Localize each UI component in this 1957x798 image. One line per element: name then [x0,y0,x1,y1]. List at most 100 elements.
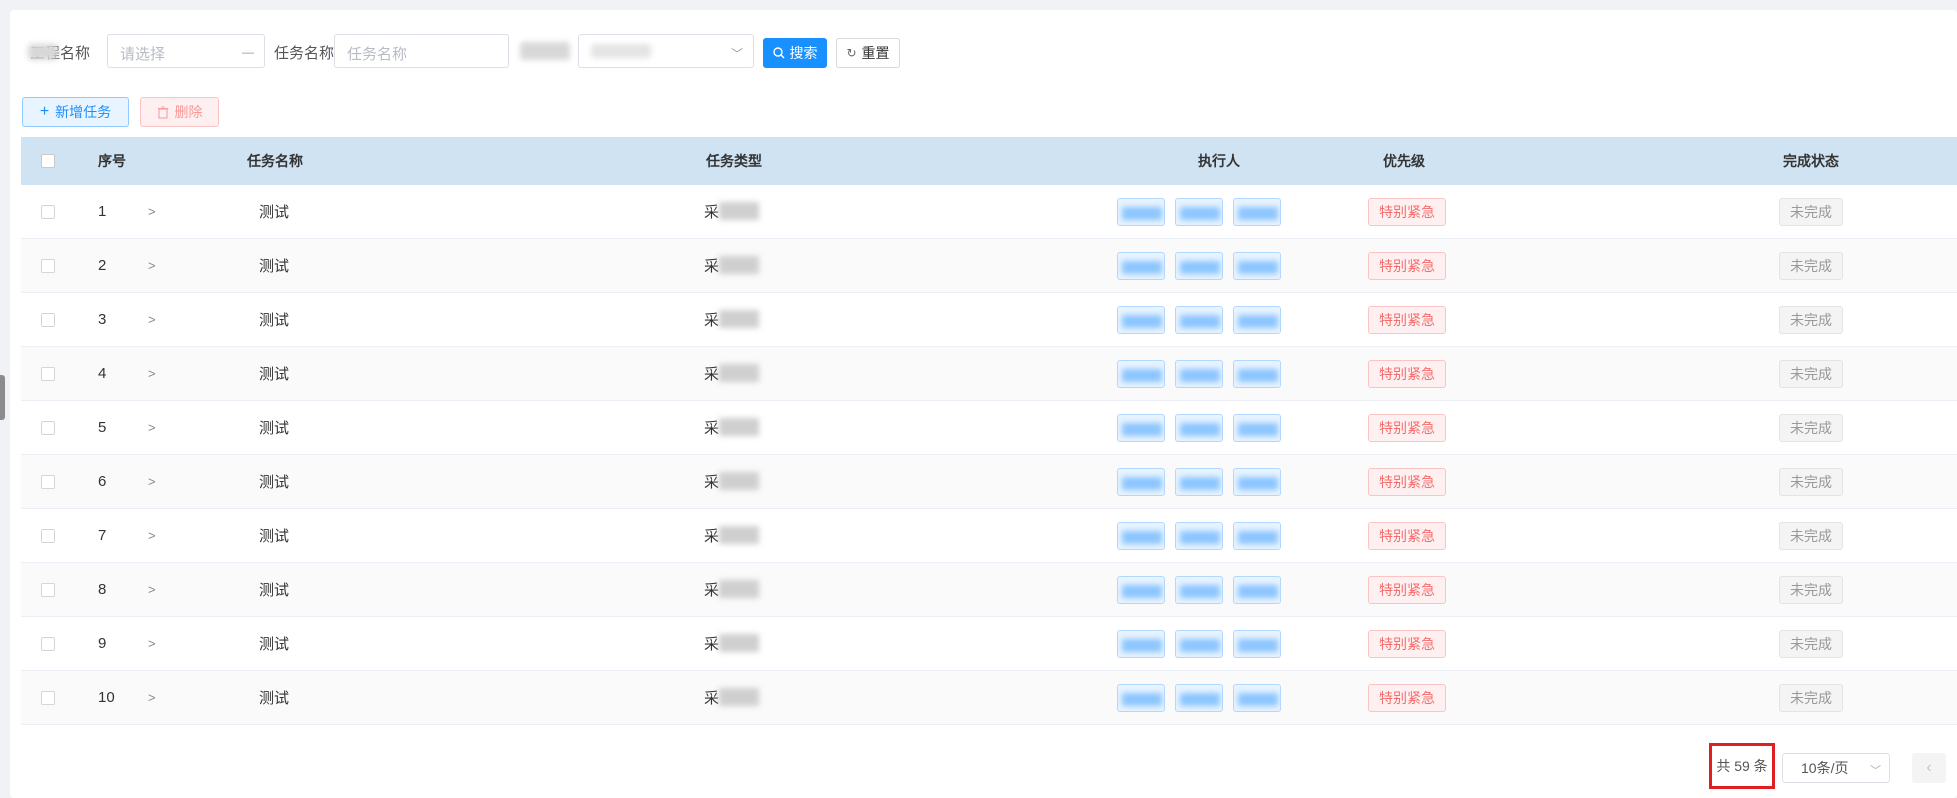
row-checkbox[interactable] [41,293,55,346]
redacted-type [719,634,759,652]
row-priority: 特别紧急 [1368,671,1446,724]
row-checkbox[interactable] [41,347,55,400]
expand-chevron-icon[interactable]: > [148,293,156,346]
expand-chevron-icon[interactable]: > [148,617,156,670]
executor-tag [1233,575,1281,604]
task-name-label: 任务名称 [274,45,335,62]
row-task-name: 测试 [259,690,290,707]
header-index: 序号 [98,153,126,169]
add-task-button[interactable]: + 新增任务 [22,97,129,127]
row-checkbox[interactable] [41,401,55,454]
row-task-name: 测试 [259,204,290,221]
redacted-type [719,418,759,436]
row-checkbox[interactable] [41,671,55,724]
prev-page-button[interactable]: ‹ [1912,753,1946,783]
expand-chevron-icon[interactable]: > [148,671,156,724]
reset-button[interactable]: ↻ 重置 [836,38,900,68]
delete-label: 删除 [174,104,203,120]
project-select-placeholder: 请选择 [120,46,166,63]
executor-tag [1233,683,1281,712]
row-index: 5 [98,419,107,436]
redacted-type [719,526,759,544]
table-row[interactable]: 6 > 测试 采 特别紧急 未完成 [21,455,1957,509]
row-checkbox[interactable] [41,509,55,562]
page-size-select[interactable]: 10条/页 ﹀ [1782,753,1890,783]
table-row[interactable]: 7 > 测试 采 特别紧急 未完成 [21,509,1957,563]
status-tag: 未完成 [1779,251,1843,280]
expand-chevron-icon[interactable]: > [148,401,156,454]
delete-button[interactable]: 删除 [140,97,219,127]
row-index: 6 [98,473,107,490]
row-task-type: 采 [704,239,719,292]
executor-tag [1175,467,1223,496]
row-index: 3 [98,311,107,328]
row-index: 10 [98,689,115,706]
expand-chevron-icon[interactable]: > [148,185,156,238]
row-task-type: 采 [704,617,719,670]
status-tag: 未完成 [1779,197,1843,226]
row-task-type-text: 采 [704,312,720,329]
refresh-icon: ↻ [846,46,857,60]
row-task-type: 采 [704,509,719,562]
row-task-type-text: 采 [704,582,720,599]
executor-tag [1233,359,1281,388]
priority-tag: 特别紧急 [1368,575,1446,604]
search-button[interactable]: 搜索 [763,38,827,68]
status-tag: 未完成 [1779,629,1843,658]
row-task-type-text: 采 [704,366,720,383]
header-status: 完成状态 [1783,153,1839,169]
executor-tag [1117,359,1165,388]
table-row[interactable]: 1 > 测试 采 特别紧急 未完成 [21,185,1957,239]
row-task-type-text: 采 [704,690,720,707]
row-checkbox[interactable] [41,185,55,238]
expand-chevron-icon[interactable]: > [148,563,156,616]
plus-icon: + [39,103,50,120]
executor-tag [1233,629,1281,658]
executor-tag [1117,305,1165,334]
expand-chevron-icon[interactable]: > [148,347,156,400]
row-checkbox[interactable] [41,563,55,616]
row-checkbox[interactable] [41,239,55,292]
row-task-name: 测试 [259,420,290,437]
executor-tag [1175,683,1223,712]
table-row[interactable]: 8 > 测试 采 特别紧急 未完成 [21,563,1957,617]
chevron-down-icon: — [242,45,254,59]
redacted-type [719,580,759,598]
chevron-down-icon: ﹀ [730,47,743,61]
table-row[interactable]: 9 > 测试 采 特别紧急 未完成 [21,617,1957,671]
executor-tag [1233,413,1281,442]
status-tag: 未完成 [1779,305,1843,334]
row-index: 1 [98,203,107,220]
row-index: 2 [98,257,107,274]
row-index: 8 [98,581,107,598]
status-select[interactable]: ﹀ [578,34,754,68]
table-row[interactable]: 3 > 测试 采 特别紧急 未完成 [21,293,1957,347]
row-status: 未完成 [1779,239,1843,292]
table-row[interactable]: 4 > 测试 采 特别紧急 未完成 [21,347,1957,401]
table-row[interactable]: 2 > 测试 采 特别紧急 未完成 [21,239,1957,293]
row-checkbox[interactable] [41,617,55,670]
project-select[interactable]: 请选择 — [107,34,265,68]
expand-chevron-icon[interactable]: > [148,455,156,508]
select-all-checkbox[interactable] [41,137,55,185]
row-task-type-text: 采 [704,258,720,275]
chevron-left-icon: ‹ [1926,759,1932,776]
redacted-type [719,256,759,274]
row-task-name: 测试 [259,474,290,491]
side-collapse-handle[interactable] [0,375,5,420]
row-status: 未完成 [1779,293,1843,346]
task-name-input[interactable]: 任务名称 [334,34,509,68]
row-task-type: 采 [704,455,719,508]
row-priority: 特别紧急 [1368,401,1446,454]
table-row[interactable]: 10 > 测试 采 特别紧急 未完成 [21,671,1957,725]
header-executor: 执行人 [1198,153,1240,169]
page-size-label: 10条/页 [1801,760,1849,776]
executor-tag [1117,467,1165,496]
row-executors [1117,509,1291,562]
expand-chevron-icon[interactable]: > [148,509,156,562]
table-row[interactable]: 5 > 测试 采 特别紧急 未完成 [21,401,1957,455]
expand-chevron-icon[interactable]: > [148,239,156,292]
row-checkbox[interactable] [41,455,55,508]
executor-tag [1233,521,1281,550]
redacted-type [719,472,759,490]
